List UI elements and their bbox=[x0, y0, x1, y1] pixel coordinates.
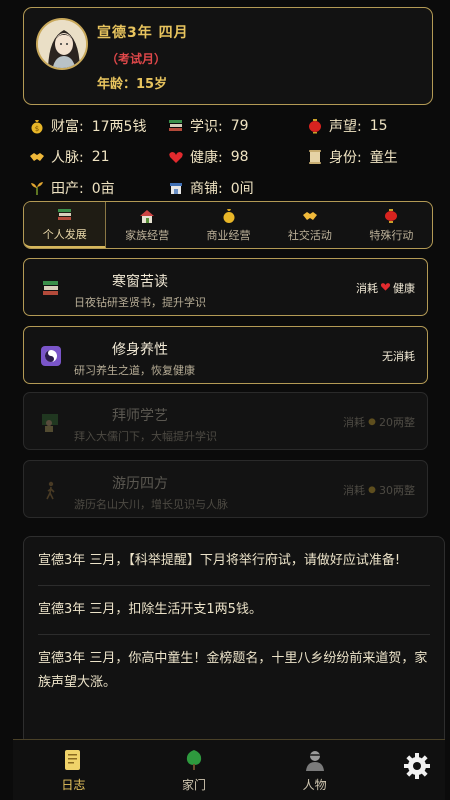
tab-special[interactable]: 特殊行动 bbox=[351, 202, 432, 248]
teacher-icon bbox=[41, 412, 61, 432]
stat-value: 童生 bbox=[369, 150, 398, 166]
books-icon bbox=[167, 117, 185, 135]
money-bag-icon: $ bbox=[28, 117, 46, 135]
category-tabs: 个人发展 家族经营 商业经营 社交活动 特殊行动 bbox=[23, 201, 433, 249]
age-label: 年龄：15岁 bbox=[97, 77, 168, 92]
stat-knowledge: 学识: 79 bbox=[167, 116, 249, 136]
tab-family[interactable]: 家族经营 bbox=[106, 202, 187, 248]
money-bag-icon bbox=[367, 415, 377, 429]
action-study-hard[interactable]: 寒窗苦读 日夜钻研圣贤书，提升学识 消耗 健康 bbox=[23, 258, 428, 316]
shop-icon bbox=[167, 179, 185, 197]
stat-value: 17两5钱 bbox=[91, 119, 147, 135]
log-entry: 宣德3年 三月，【科举提醒】下月将举行府试，请做好应试准备! bbox=[38, 537, 430, 586]
tab-business[interactable]: 商业经营 bbox=[188, 202, 269, 248]
character-header: 宣德3年 四月 （考试月） 年龄：15岁 bbox=[23, 7, 433, 105]
log-entry: 宣德3年 三月，你高中童生！金榜题名，十里八乡纷纷前来道贺，家族声望大涨。 bbox=[38, 651, 428, 690]
action-desc: 研习养生之道，恢复健康 bbox=[74, 364, 195, 377]
stat-reputation: 声望: 15 bbox=[306, 116, 388, 136]
svg-text:$: $ bbox=[35, 125, 39, 133]
tree-icon bbox=[182, 748, 206, 772]
red-lantern-icon bbox=[382, 208, 400, 224]
money-bag-icon bbox=[367, 483, 377, 497]
action-travel: 游历四方 游历名山大川，增长见识与人脉 消耗 30两整 bbox=[23, 460, 428, 518]
action-title: 修身养性 bbox=[112, 342, 168, 358]
action-apprenticeship: 拜师学艺 拜入大儒门下，大幅提升学识 消耗 20两整 bbox=[23, 392, 428, 450]
action-cost: 消耗 30两整 bbox=[343, 483, 415, 497]
yin-yang-icon bbox=[41, 346, 61, 366]
handshake-icon bbox=[301, 208, 319, 224]
log-entry: 宣德3年 三月，扣除生活开支1两5钱。 bbox=[38, 586, 430, 635]
action-cost: 消耗 20两整 bbox=[343, 415, 415, 429]
handshake-icon bbox=[28, 148, 46, 166]
money-bag-icon bbox=[220, 208, 238, 224]
action-cost: 消耗 健康 bbox=[356, 281, 415, 295]
person-icon bbox=[303, 748, 327, 772]
heart-icon bbox=[167, 148, 185, 166]
stat-wealth: $ 财富: 17两5钱 bbox=[28, 116, 146, 136]
nav-family[interactable]: 家门 bbox=[134, 740, 255, 800]
event-log[interactable]: 宣德3年 三月，【科举提醒】下月将举行府试，请做好应试准备! 宣德3年 三月，扣… bbox=[23, 536, 445, 746]
action-cost: 无消耗 bbox=[382, 350, 415, 363]
house-icon bbox=[138, 208, 156, 224]
books-icon bbox=[56, 207, 74, 223]
walking-person-icon bbox=[41, 480, 61, 500]
nav-people[interactable]: 人物 bbox=[254, 740, 375, 800]
exam-month-label: （考试月） bbox=[106, 52, 167, 66]
stat-value: 98 bbox=[230, 149, 249, 165]
stat-value: 0亩 bbox=[91, 181, 115, 197]
stat-value: 15 bbox=[369, 118, 388, 134]
red-lantern-icon bbox=[306, 117, 324, 135]
books-icon bbox=[41, 278, 61, 298]
stat-value: 21 bbox=[91, 149, 110, 165]
action-title: 拜师学艺 bbox=[112, 408, 168, 424]
action-desc: 拜入大儒门下，大幅提升学识 bbox=[74, 430, 217, 443]
scroll-icon bbox=[306, 148, 324, 166]
stat-value: 79 bbox=[230, 118, 249, 134]
sprout-icon bbox=[28, 179, 46, 197]
action-cultivate-health[interactable]: 修身养性 研习养生之道，恢复健康 无消耗 bbox=[23, 326, 428, 384]
action-title: 寒窗苦读 bbox=[112, 274, 168, 290]
bottom-nav: 日志 家门 人物 bbox=[13, 739, 445, 800]
tab-personal[interactable]: 个人发展 bbox=[24, 202, 107, 248]
action-title: 游历四方 bbox=[112, 476, 168, 492]
action-desc: 游历名山大川，增长见识与人脉 bbox=[74, 498, 228, 511]
date-title: 宣德3年 四月 bbox=[97, 25, 189, 41]
notebook-icon bbox=[61, 748, 85, 772]
stat-health: 健康: 98 bbox=[167, 147, 249, 167]
nav-log[interactable]: 日志 bbox=[13, 740, 134, 800]
stat-connections: 人脉: 21 bbox=[28, 147, 110, 167]
stat-value: 0间 bbox=[230, 181, 254, 197]
tab-social[interactable]: 社交活动 bbox=[269, 202, 350, 248]
stat-farmland: 田产: 0亩 bbox=[28, 178, 115, 198]
stat-identity: 身份: 童生 bbox=[306, 147, 398, 167]
gear-icon[interactable] bbox=[403, 752, 431, 780]
action-desc: 日夜钻研圣贤书，提升学识 bbox=[74, 296, 206, 309]
stat-shops: 商铺: 0间 bbox=[167, 178, 254, 198]
avatar[interactable] bbox=[36, 18, 88, 70]
heart-icon bbox=[380, 281, 391, 295]
